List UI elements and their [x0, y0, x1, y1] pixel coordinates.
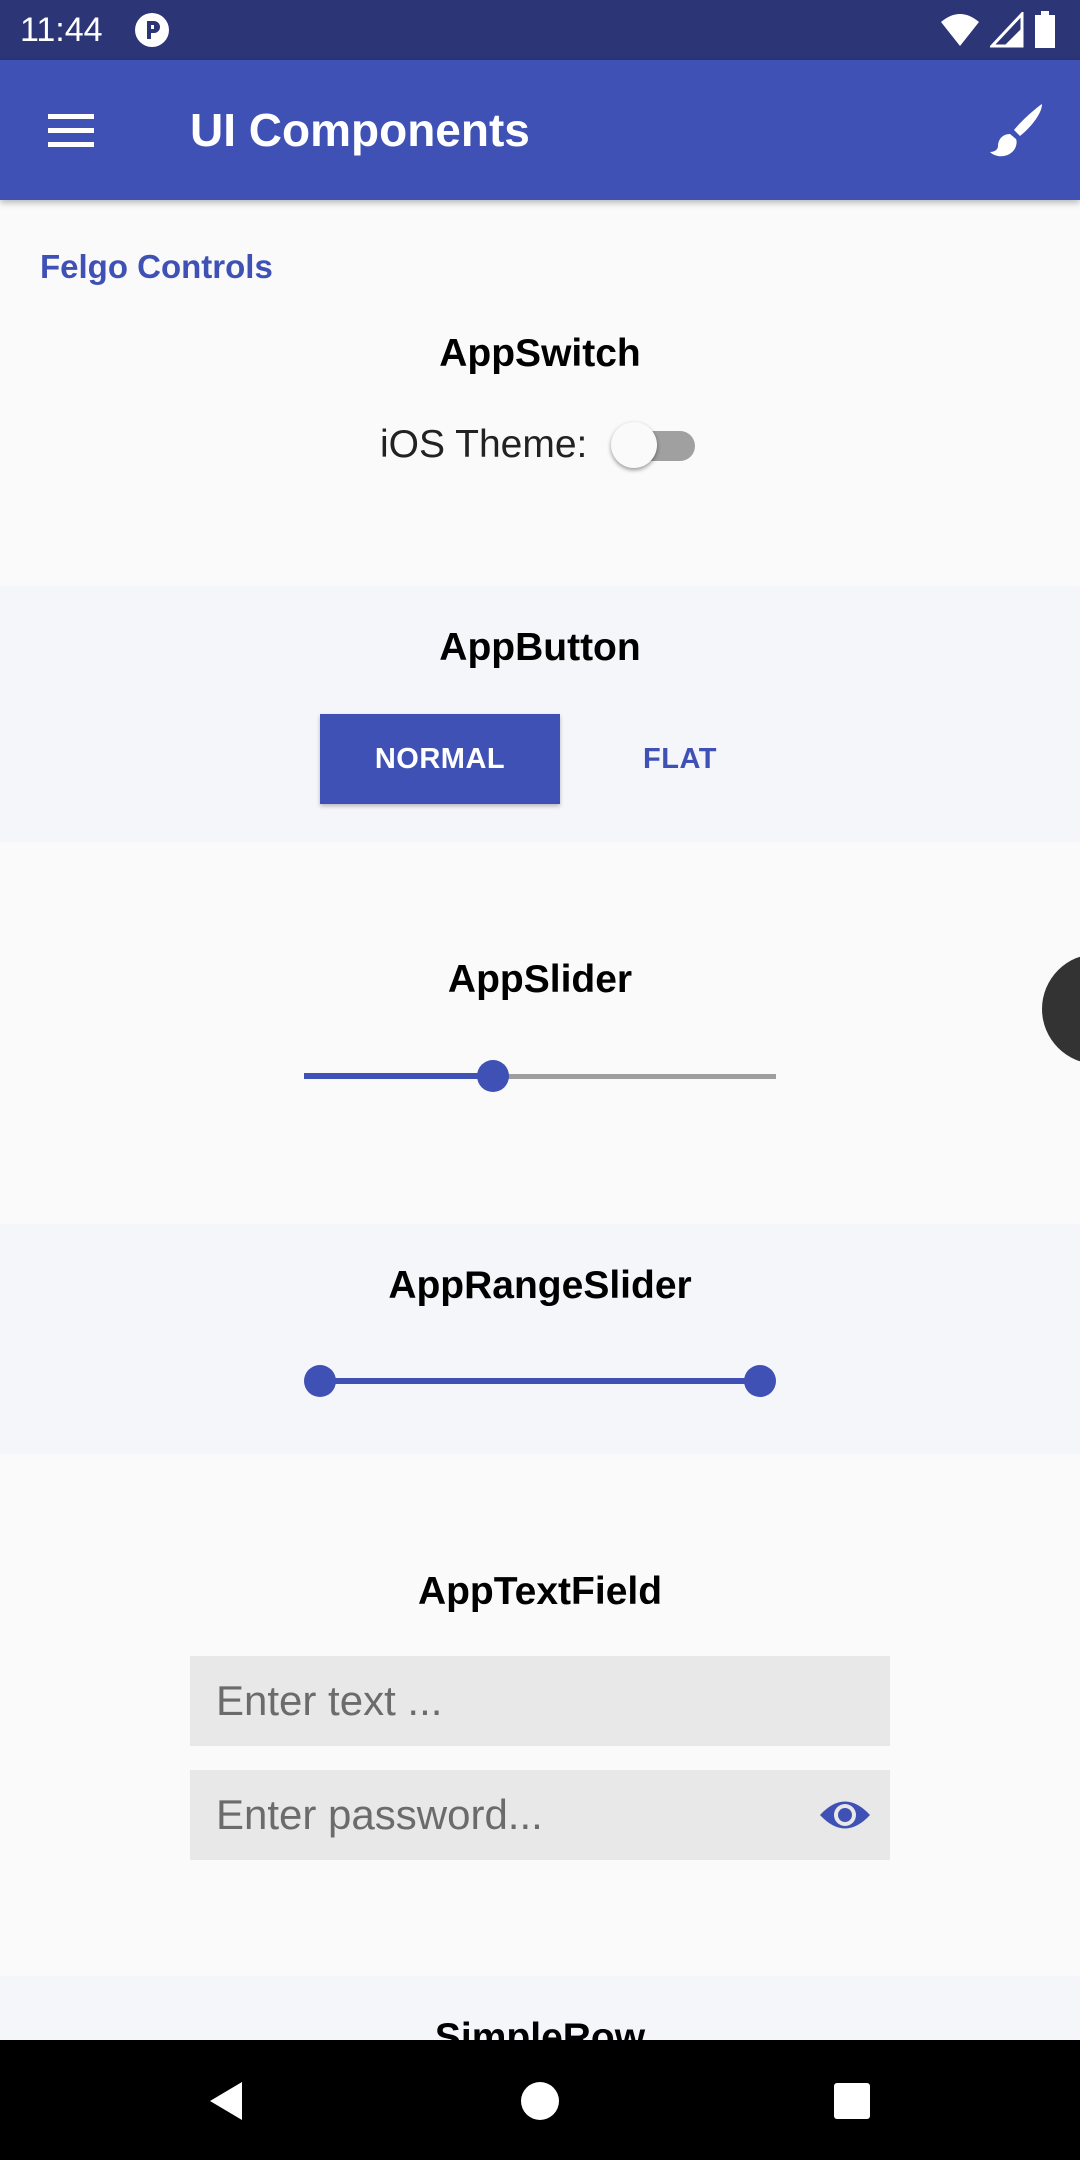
range-slider-high-knob[interactable]: [744, 1365, 776, 1397]
battery-icon: [1035, 11, 1055, 48]
navigation-bar: [0, 2040, 1080, 2160]
app-slider-title: AppSlider: [447, 958, 633, 1001]
ios-theme-switch[interactable]: [611, 420, 701, 470]
status-bar: 11:44: [0, 0, 1080, 60]
app-switch-section: AppSwitch iOS Theme:: [0, 200, 1080, 586]
app-notification-icon: [135, 13, 169, 47]
wifi-icon: [941, 14, 979, 46]
show-password-eye-icon[interactable]: [818, 1794, 872, 1836]
simple-row-title: SimpleRow: [434, 2016, 646, 2040]
switch-row: iOS Theme:: [380, 420, 701, 470]
status-time: 11:44: [20, 11, 103, 49]
back-icon[interactable]: [204, 2078, 250, 2124]
app-text-field-title: AppTextField: [417, 1570, 663, 1613]
app-range-slider-section: AppRangeSlider: [0, 1224, 1080, 1454]
home-icon[interactable]: [517, 2078, 563, 2124]
signal-icon: [990, 12, 1024, 48]
simple-row-section: SimpleRow: [0, 1976, 1080, 2040]
password-input[interactable]: Enter password...: [190, 1770, 890, 1860]
app-text-field-section: AppTextField: [0, 1454, 1080, 2040]
paint-brush-icon[interactable]: [986, 100, 1046, 160]
app-slider-section: AppSlider: [0, 842, 1080, 1224]
ios-theme-label: iOS Theme:: [380, 423, 588, 466]
hamburger-menu-icon[interactable]: [38, 102, 104, 158]
content-scroll-area[interactable]: Felgo Controls AppSwitch iOS Theme: AppB…: [0, 200, 1080, 2040]
app-range-slider-title: AppRangeSlider: [388, 1264, 692, 1307]
password-input-placeholder: Enter password...: [216, 1791, 543, 1838]
text-input[interactable]: Enter text ...: [190, 1656, 890, 1746]
slider-track-fill: [304, 1073, 493, 1079]
app-button-title: AppButton: [439, 626, 641, 669]
text-input-placeholder: Enter text ...: [216, 1677, 443, 1724]
range-slider-low-knob[interactable]: [304, 1365, 336, 1397]
normal-button[interactable]: NORMAL: [320, 714, 560, 804]
recents-icon[interactable]: [829, 2078, 875, 2124]
flat-button[interactable]: FLAT: [600, 714, 760, 804]
slider-knob[interactable]: [476, 1060, 509, 1092]
app-switch-title: AppSwitch: [439, 332, 641, 375]
app-bar: UI Components: [0, 60, 1080, 200]
range-slider-track-fill: [320, 1378, 760, 1384]
page-title: UI Components: [190, 104, 530, 156]
switch-thumb: [611, 422, 658, 468]
